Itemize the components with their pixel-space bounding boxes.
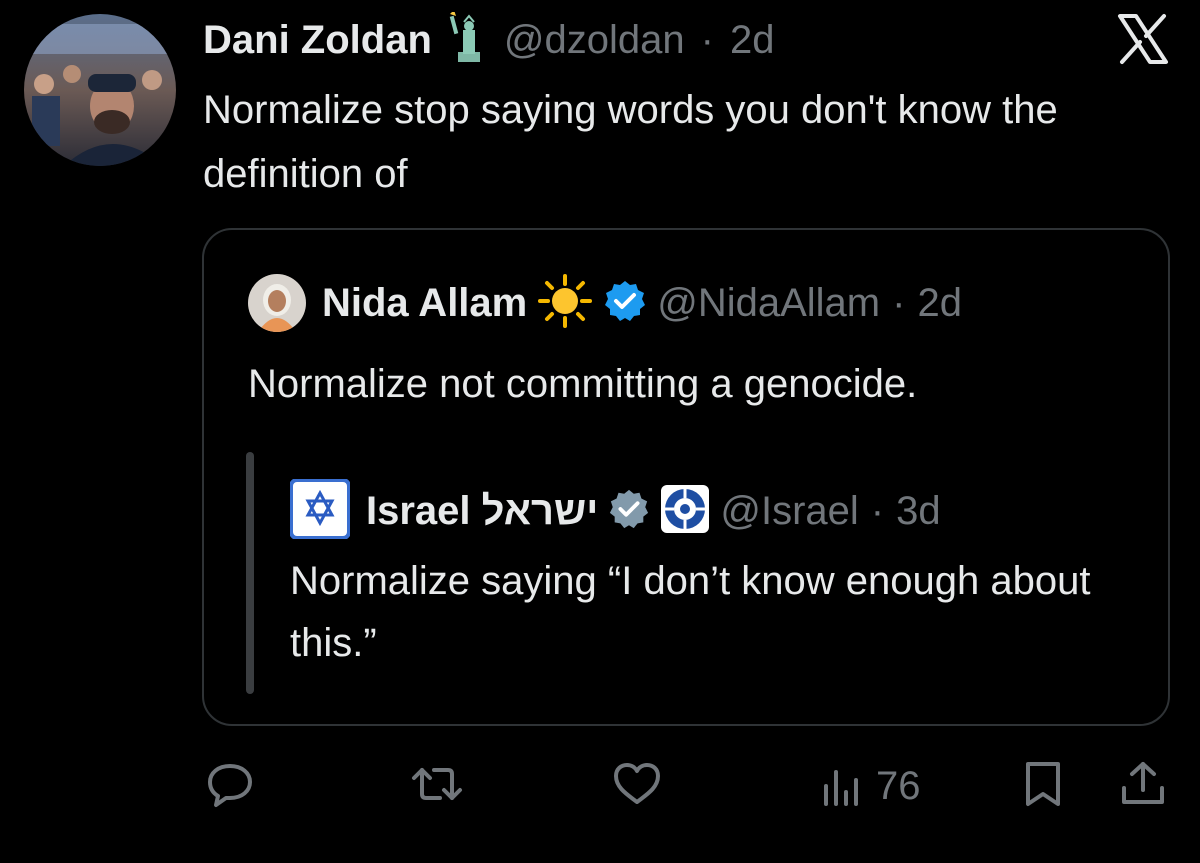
- statue-of-liberty-icon: [446, 9, 490, 69]
- x-logo-icon[interactable]: [1116, 12, 1170, 66]
- retweet-icon: [410, 758, 464, 815]
- government-verified-badge-icon: [608, 488, 650, 535]
- sun-icon: [537, 273, 593, 334]
- quoted-author-name[interactable]: Nida Allam: [322, 281, 527, 326]
- bookmark-icon: [1020, 758, 1066, 815]
- reply-button[interactable]: [204, 756, 256, 816]
- author-avatar[interactable]: [24, 14, 176, 166]
- quoted-tweet[interactable]: Nida Allam @NidaAllam · 2d Normalize not…: [202, 228, 1170, 726]
- separator-dot: ·: [892, 280, 906, 325]
- nested-tweet-time[interactable]: 3d: [896, 489, 941, 534]
- share-icon: [1118, 758, 1168, 815]
- retweet-button[interactable]: [410, 756, 464, 816]
- quoted-author-avatar[interactable]: [248, 274, 306, 332]
- government-emblem-icon: [660, 484, 710, 539]
- reply-icon: [204, 758, 256, 815]
- author-handle[interactable]: @dzoldan: [504, 18, 685, 63]
- views-count: 76: [876, 763, 921, 808]
- israel-flag-icon[interactable]: [289, 477, 351, 544]
- like-icon: [610, 758, 664, 815]
- separator-dot: ·: [700, 17, 714, 62]
- separator-dot: ·: [870, 488, 885, 533]
- tweet-header: Dani Zoldan @dzoldan · 2d: [203, 9, 775, 69]
- verified-badge-icon: [603, 279, 647, 328]
- nested-author-name[interactable]: Israel ישראל: [366, 489, 598, 534]
- nested-author-handle[interactable]: @Israel: [720, 489, 858, 534]
- quoted-author-handle[interactable]: @NidaAllam: [657, 281, 880, 326]
- nested-quote-header: Israel ישראל @Israel · 3d: [289, 477, 941, 544]
- quoted-tweet-time[interactable]: 2d: [917, 281, 962, 326]
- like-button[interactable]: [610, 756, 664, 816]
- tweet-time[interactable]: 2d: [730, 18, 775, 63]
- author-name[interactable]: Dani Zoldan: [203, 18, 432, 63]
- quoted-tweet-header: Nida Allam @NidaAllam · 2d: [248, 273, 962, 334]
- bookmark-button[interactable]: [1020, 756, 1066, 816]
- quoted-tweet-text: Normalize not committing a genocide.: [248, 362, 918, 406]
- nested-quote-bar: [246, 452, 254, 694]
- views-button[interactable]: 76: [820, 756, 921, 816]
- action-bar: 76: [0, 756, 1200, 816]
- nested-tweet-text: Normalize saying “I don’t know enough ab…: [290, 559, 1091, 665]
- tweet-text: Normalize stop saying words you don't kn…: [203, 88, 1058, 196]
- views-icon: [820, 758, 864, 815]
- share-button[interactable]: [1118, 756, 1168, 816]
